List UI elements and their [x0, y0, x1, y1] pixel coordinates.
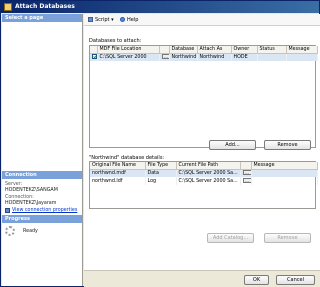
browse-button[interactable]: …: [242, 170, 250, 176]
add-button[interactable]: Add...: [209, 140, 256, 150]
detail-message-cell: [251, 169, 318, 177]
script-label: Script: [95, 17, 110, 23]
file-path-cell[interactable]: C:\SQL Server 2000 Sa...: [176, 169, 241, 177]
databases-to-attach-label: Databases to attach:: [89, 38, 142, 44]
connection-heading: Connection: [2, 171, 82, 179]
checkbox[interactable]: [92, 54, 96, 60]
attach-grid: MDF File Location Database Attach As Own…: [89, 45, 318, 148]
script-icon: [88, 17, 93, 22]
path-browse-cell[interactable]: …: [240, 177, 252, 185]
file-path-cell[interactable]: C:\SQL Server 2000 Sa...: [176, 177, 241, 185]
table-row[interactable]: northwnd.mdf Data C:\SQL Server 2000 Sa.…: [90, 169, 318, 177]
cancel-button[interactable]: Cancel: [276, 275, 315, 285]
col-browse: [159, 46, 170, 54]
browse-cell[interactable]: …: [159, 53, 170, 61]
col-current-file-path[interactable]: Current File Path: [176, 162, 241, 170]
file-name-cell: northwnd.mdf: [90, 169, 146, 177]
row-checkbox-cell[interactable]: [90, 53, 98, 61]
add-catalog-button[interactable]: Add Catalog...: [207, 233, 254, 243]
browse-button[interactable]: …: [242, 178, 250, 183]
col-status[interactable]: Status: [257, 46, 287, 54]
ok-button[interactable]: OK: [244, 275, 269, 285]
database-icon: [4, 3, 12, 11]
help-button[interactable]: Help: [120, 17, 138, 23]
main-panel: Script ▾ Help Databases to attach: MDF F…: [84, 14, 320, 270]
col-file-type[interactable]: File Type: [145, 162, 177, 170]
attach-as-cell[interactable]: Northwind: [197, 53, 232, 61]
window-title: Attach Databases: [15, 3, 75, 10]
table-row[interactable]: C:\SQL Server 2000 … Northwind Northwind…: [90, 53, 318, 61]
col-check: [90, 46, 98, 54]
toolbar: Script ▾ Help: [84, 14, 320, 26]
file-name-cell: northwnd.ldf: [90, 177, 146, 185]
col-path-browse: [240, 162, 252, 170]
database-cell: Northwind: [169, 53, 198, 61]
progress-status: Ready: [23, 229, 38, 234]
view-link-label: View connection properties: [12, 208, 78, 214]
sidebar: Select a page Connection Server: HODENTE…: [2, 14, 83, 286]
server-value: HODENTEKZ\SANGAM: [5, 187, 58, 193]
help-label: Help: [127, 17, 139, 23]
col-original-file-name[interactable]: Original File Name: [90, 162, 146, 170]
connection-info: Server: HODENTEKZ\SANGAM Connection: HOD…: [5, 182, 81, 214]
attach-databases-window: Attach Databases Select a page Connectio…: [0, 0, 320, 287]
path-browse-cell[interactable]: …: [240, 169, 252, 177]
remove-button[interactable]: Remove: [264, 140, 311, 150]
message-cell: [286, 53, 318, 61]
select-page-heading: Select a page: [2, 14, 82, 22]
title-bar: Attach Databases: [1, 1, 319, 13]
col-mdf-location[interactable]: MDF File Location: [97, 46, 160, 54]
dialog-footer: OK Cancel: [84, 270, 320, 287]
mdf-cell: C:\SQL Server 2000: [97, 53, 160, 61]
file-type-cell: Log: [145, 177, 177, 185]
col-detail-message[interactable]: Message: [251, 162, 318, 170]
progress-spinner-icon: [5, 226, 15, 236]
status-cell: [257, 53, 287, 61]
col-message[interactable]: Message: [286, 46, 318, 54]
details-grid: Original File Name File Type Current Fil…: [89, 161, 318, 209]
browse-button[interactable]: …: [161, 54, 168, 60]
properties-icon: [5, 208, 10, 214]
help-icon: [120, 17, 125, 22]
script-button[interactable]: Script ▾: [88, 17, 114, 23]
progress-heading: Progress: [2, 215, 82, 223]
col-attach-as[interactable]: Attach As: [197, 46, 232, 54]
connection-value: HODENTEKZ\Jayaram: [5, 200, 57, 206]
owner-cell[interactable]: HODE: [231, 53, 258, 61]
chevron-down-icon: ▾: [111, 17, 114, 23]
page-list: [2, 22, 82, 172]
detail-message-cell: [251, 177, 318, 185]
details-remove-button[interactable]: Remove: [264, 233, 311, 243]
view-connection-properties-link[interactable]: View connection properties: [5, 208, 77, 214]
col-database[interactable]: Database: [169, 46, 198, 54]
col-owner[interactable]: Owner: [231, 46, 258, 54]
table-row[interactable]: northwnd.ldf Log C:\SQL Server 2000 Sa..…: [90, 177, 318, 185]
file-type-cell: Data: [145, 169, 177, 177]
